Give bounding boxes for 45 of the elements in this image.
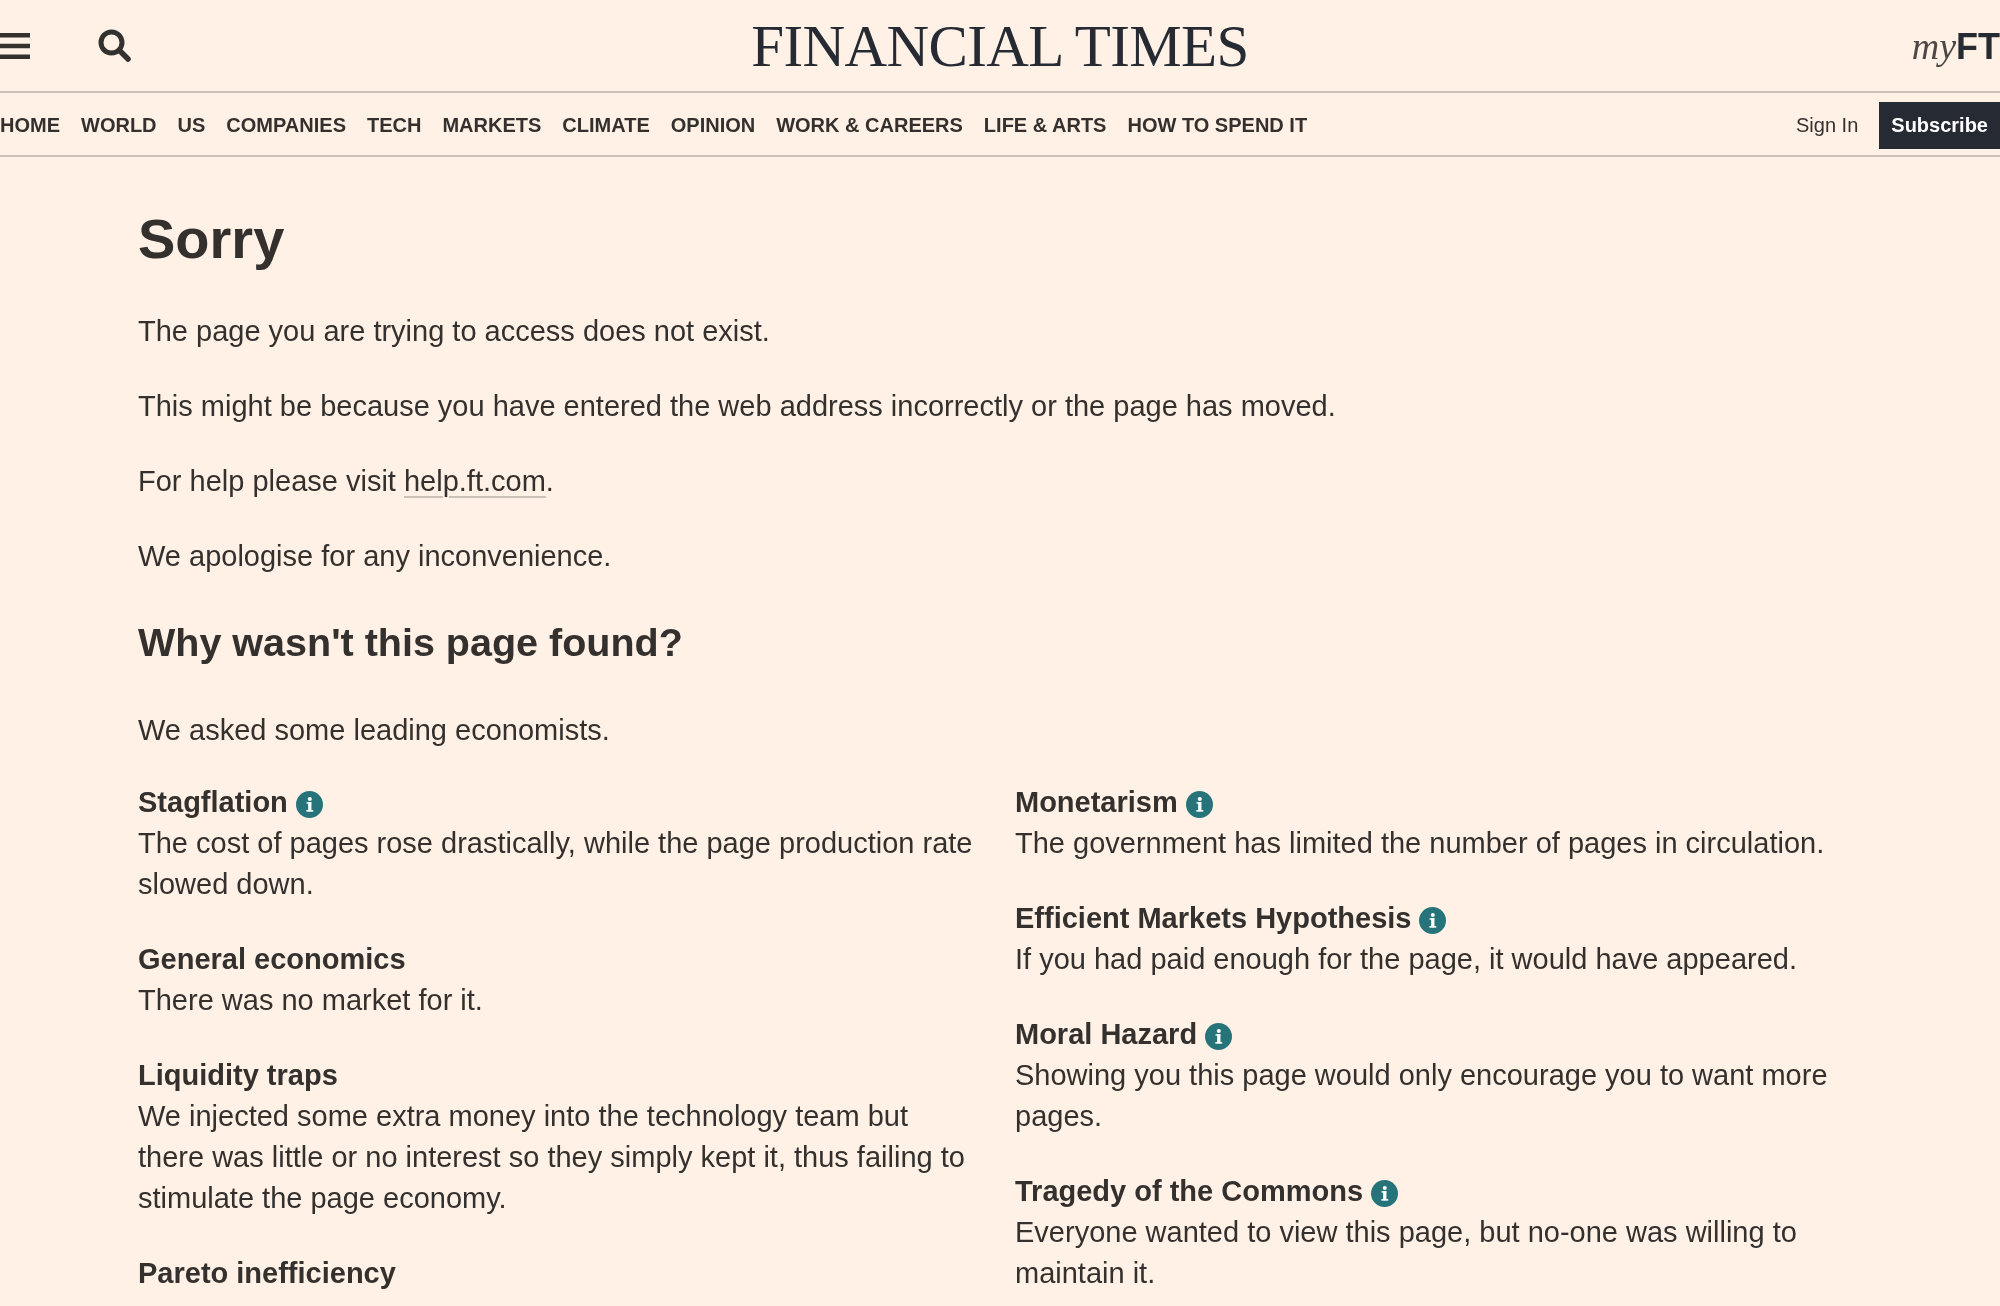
nav-link[interactable]: US: [177, 114, 206, 137]
paragraph: The page you are trying to access does not exist.: [138, 314, 771, 349]
item-title: Tragedy of the Commons: [1015, 1174, 1364, 1209]
nav-link[interactable]: COMPANIES: [226, 114, 346, 137]
item-description: Showing you this page would only encourage you to want more pages.: [1015, 1058, 1829, 1134]
item-description: If you had paid enough for the page, it would have appeared.: [1015, 942, 1798, 977]
nav-link[interactable]: WORK & CAREERS: [776, 114, 963, 137]
section-heading: Why wasn't this page found?: [138, 619, 684, 666]
sign-in-link[interactable]: Sign In: [1796, 114, 1859, 137]
nav-link[interactable]: HOME: [0, 114, 60, 137]
item-title: Monetarism: [1015, 785, 1178, 820]
nav-link[interactable]: HOW TO SPEND IT: [1127, 114, 1308, 137]
info-icon[interactable]: [1185, 790, 1213, 818]
help-link[interactable]: help.ft.com: [403, 465, 546, 497]
item-title: Efficient Markets Hypothesis: [1015, 901, 1412, 936]
item-description: We injected some extra money into the technology team but there was little or no interest so they simply kept it, thus failing to stimulate the page economy.: [138, 1099, 966, 1216]
nav-link[interactable]: MARKETS: [442, 114, 542, 137]
paragraph: We apologise for any inconvenience.: [138, 539, 613, 574]
subscribe-button[interactable]: Subscribe: [1879, 102, 2000, 149]
page-heading: Sorry: [138, 206, 286, 272]
item-description: There was no market for it.: [138, 983, 484, 1018]
paragraph: We asked some leading economists.: [138, 713, 611, 748]
search-icon[interactable]: [98, 29, 131, 62]
item-description: Everyone wanted to view this page, but no-one was willing to maintain it.: [1015, 1215, 1798, 1291]
nav-link[interactable]: OPINION: [670, 114, 756, 137]
item-title: Liquidity traps: [138, 1058, 338, 1093]
item-description: The cost of pages rose drastically, while the page production rate slowed down.: [138, 826, 974, 902]
nav-link[interactable]: LIFE & ARTS: [983, 114, 1107, 137]
info-icon[interactable]: [1419, 906, 1447, 934]
info-icon[interactable]: [1371, 1179, 1399, 1207]
nav-link[interactable]: CLIMATE: [562, 114, 650, 137]
paragraph: For help please visit help.ft.com.: [138, 464, 555, 499]
item-title: Pareto inefficiency: [138, 1256, 396, 1291]
nav-link[interactable]: WORLD: [81, 114, 157, 137]
item-description: The government has limited the number of pages in circulation.: [1015, 826, 1826, 861]
menu-icon[interactable]: [0, 32, 30, 59]
item-title: General economics: [138, 942, 406, 977]
logo[interactable]: FINANCIAL TIMES: [751, 15, 1249, 76]
item-title: Stagflation: [138, 785, 288, 820]
nav-link[interactable]: TECH: [367, 114, 422, 137]
myft-link[interactable]: myFT: [1911, 26, 2000, 65]
info-icon[interactable]: [1205, 1022, 1233, 1050]
paragraph: This might be because you have entered the web address incorrectly or the page has moved.: [138, 389, 1337, 424]
info-icon[interactable]: [295, 790, 323, 818]
item-title: Moral Hazard: [1015, 1017, 1198, 1052]
